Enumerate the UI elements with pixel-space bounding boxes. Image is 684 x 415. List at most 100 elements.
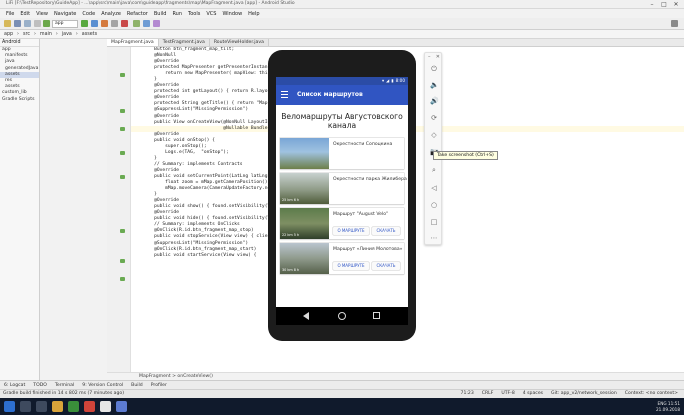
menu-build[interactable]: Build: [154, 11, 167, 17]
hamburger-menu-icon[interactable]: [281, 91, 288, 98]
emulator-minimize-button[interactable]: –: [428, 54, 431, 60]
toolwindow-logcat[interactable]: 6: Logcat: [4, 383, 25, 388]
editor-gutter[interactable]: [107, 47, 131, 372]
android-studio-icon[interactable]: [68, 401, 79, 412]
tree-item-generated-java[interactable]: generatedJava: [0, 66, 39, 72]
tab-route-view-holder[interactable]: RouteViewHolder.java: [209, 39, 269, 46]
route-download-button[interactable]: СКАЧАТЬ: [372, 262, 400, 270]
route-card[interactable]: 30 km 8 h Маршрут «Линия Молотова» О МАР…: [280, 243, 404, 274]
toolwindow-profiler[interactable]: Profiler: [151, 383, 167, 388]
menu-run[interactable]: Run: [172, 11, 182, 17]
minimize-button[interactable]: –: [646, 0, 658, 9]
menu-tools[interactable]: Tools: [188, 11, 200, 17]
save-icon[interactable]: [14, 20, 21, 27]
editor-breadcrumb[interactable]: MapFragment > onCreateView(): [107, 372, 684, 380]
undo-icon[interactable]: [34, 20, 41, 27]
override-marker-icon[interactable]: [120, 229, 125, 233]
nav-crumb-assets[interactable]: assets: [82, 32, 97, 37]
run-icon[interactable]: [81, 20, 88, 27]
overview-icon[interactable]: □: [430, 218, 438, 226]
close-button[interactable]: ✕: [670, 0, 682, 9]
run-configuration-select[interactable]: app: [52, 20, 78, 28]
back-icon[interactable]: [303, 312, 309, 320]
window-controls: – □ ✕: [646, 0, 682, 9]
search-everywhere-icon[interactable]: [671, 20, 678, 27]
sync-icon[interactable]: [24, 20, 31, 27]
override-marker-icon[interactable]: [120, 73, 125, 77]
caret-position[interactable]: 71:23: [461, 391, 474, 396]
tree-item-gradle-scripts[interactable]: Gradle Scripts: [0, 97, 39, 103]
override-marker-icon[interactable]: [120, 277, 125, 281]
menu-code[interactable]: Code: [82, 11, 95, 17]
search-icon[interactable]: [20, 401, 31, 412]
override-marker-icon[interactable]: [120, 151, 125, 155]
volume-down-icon[interactable]: 🔊: [430, 97, 439, 105]
context-indicator[interactable]: Context: <no context>: [625, 391, 678, 396]
app-icon[interactable]: [116, 401, 127, 412]
menu-help[interactable]: Help: [248, 11, 259, 17]
stop-icon[interactable]: [121, 20, 128, 27]
profile-icon[interactable]: [101, 20, 108, 27]
volume-up-icon[interactable]: 🔈: [430, 81, 439, 89]
emulator-screen[interactable]: ▾ ◢ ▮ 8:00 Список маршрутов Веломаршруты…: [276, 77, 408, 307]
zoom-icon[interactable]: ⌕: [430, 166, 438, 174]
rotate-left-icon[interactable]: ⟳: [430, 114, 438, 122]
home-icon[interactable]: ○: [430, 201, 438, 209]
back-icon[interactable]: ◁: [430, 184, 438, 192]
power-icon[interactable]: ⏻: [430, 65, 438, 73]
toolwindow-todo[interactable]: TODO: [33, 383, 47, 388]
route-card[interactable]: 25 km 6 h Окрестности парка Жилибера: [280, 173, 407, 204]
line-separator[interactable]: CRLF: [482, 391, 494, 396]
menu-navigate[interactable]: Navigate: [54, 11, 76, 17]
project-view-selector[interactable]: Android: [0, 39, 39, 47]
status-message[interactable]: Gradle build finished in 14 s 802 ms (7 …: [3, 391, 124, 396]
attach-debugger-icon[interactable]: [111, 20, 118, 27]
override-marker-icon[interactable]: [120, 259, 125, 263]
override-marker-icon[interactable]: [120, 175, 125, 179]
system-tray[interactable]: ENG 11:51 21.09.2018: [656, 401, 680, 412]
rotate-right-icon[interactable]: ◇: [430, 131, 438, 139]
make-project-icon[interactable]: [43, 20, 50, 27]
menu-view[interactable]: View: [36, 11, 48, 17]
menu-file[interactable]: File: [6, 11, 14, 17]
emulator-close-button[interactable]: ✕: [436, 54, 440, 60]
git-branch[interactable]: Git: app_v2/network_session: [551, 391, 617, 396]
home-icon[interactable]: [338, 312, 346, 320]
layout-inspector-icon[interactable]: [153, 20, 160, 27]
nav-crumb-main[interactable]: main: [40, 32, 52, 37]
menu-refactor[interactable]: Refactor: [127, 11, 148, 17]
nav-crumb-java[interactable]: java: [62, 32, 72, 37]
nav-crumb-src[interactable]: src: [23, 32, 30, 37]
avd-manager-icon[interactable]: [133, 20, 140, 27]
route-download-button[interactable]: СКАЧАТЬ: [372, 227, 400, 235]
tab-map-fragment[interactable]: MapFragment.java: [107, 39, 159, 46]
indent-setting[interactable]: 4 spaces: [523, 391, 543, 396]
toolwindow-build[interactable]: Build: [131, 383, 143, 388]
route-about-button[interactable]: О МАРШРУТЕ: [333, 262, 369, 270]
route-card[interactable]: 22 km 5 h Маршрут "August Velo" О МАРШРУ…: [280, 208, 404, 239]
menu-edit[interactable]: Edit: [20, 11, 30, 17]
route-card[interactable]: Окрестности Сопоцкина: [280, 138, 404, 169]
open-folder-icon[interactable]: [4, 20, 11, 27]
override-marker-icon[interactable]: [120, 109, 125, 113]
browser-icon[interactable]: [84, 401, 95, 412]
tab-test-fragment[interactable]: TestFragment.java: [158, 39, 210, 46]
menu-window[interactable]: Window: [222, 11, 242, 17]
route-about-button[interactable]: О МАРШРУТЕ: [333, 227, 369, 235]
recent-apps-icon[interactable]: [373, 312, 380, 319]
more-icon[interactable]: ⋯: [430, 234, 438, 242]
debug-icon[interactable]: [91, 20, 98, 27]
toolwindow-version-control[interactable]: 9: Version Control: [82, 383, 123, 388]
menu-vcs[interactable]: VCS: [206, 11, 216, 17]
sdk-manager-icon[interactable]: [143, 20, 150, 27]
task-view-icon[interactable]: [36, 401, 47, 412]
emulator-icon[interactable]: [100, 401, 111, 412]
start-menu-icon[interactable]: [4, 401, 15, 412]
explorer-icon[interactable]: [52, 401, 63, 412]
menu-analyze[interactable]: Analyze: [101, 11, 121, 17]
maximize-button[interactable]: □: [658, 0, 670, 9]
override-marker-icon[interactable]: [120, 127, 125, 131]
toolwindow-terminal[interactable]: Terminal: [55, 383, 74, 388]
nav-crumb-app[interactable]: app: [4, 32, 13, 37]
file-encoding[interactable]: UTF-8: [501, 391, 514, 396]
